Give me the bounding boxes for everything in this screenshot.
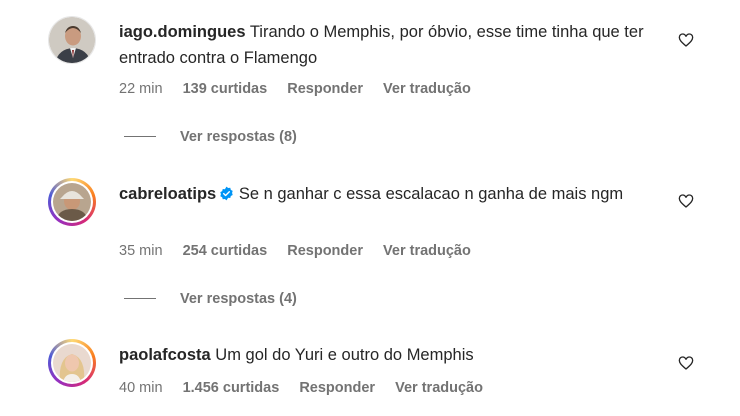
profile-photo-man-suit-icon [49, 17, 95, 63]
verified-badge-icon [220, 186, 233, 201]
comment-meta: 22 min 139 curtidas Responder Ver traduç… [119, 81, 487, 97]
comment-body: Se n ganhar c essa escalacao n ganha de … [238, 185, 624, 203]
like-count[interactable]: 139 curtidas [183, 81, 268, 97]
comment-time: 40 min [119, 380, 163, 396]
view-replies-label[interactable]: Ver respostas (4) [180, 291, 297, 307]
comment-meta: 35 min 254 curtidas Responder Ver traduç… [119, 243, 487, 259]
translate-button[interactable]: Ver tradução [383, 243, 471, 259]
divider-line [124, 136, 156, 137]
comment-time: 22 min [119, 81, 163, 97]
comment-username[interactable]: cabreloatips [119, 185, 216, 203]
heart-outline-icon[interactable] [678, 193, 694, 209]
heart-outline-icon[interactable] [678, 355, 694, 371]
translate-button[interactable]: Ver tradução [383, 81, 471, 97]
translate-button[interactable]: Ver tradução [395, 380, 483, 396]
view-replies-button[interactable]: Ver respostas (4) [124, 291, 297, 307]
avatar[interactable] [48, 16, 96, 64]
view-replies-label[interactable]: Ver respostas (8) [180, 129, 297, 145]
like-count[interactable]: 1.456 curtidas [183, 380, 280, 396]
reply-button[interactable]: Responder [299, 380, 375, 396]
comment-text: paolafcosta Um gol do Yuri e outro do Me… [119, 342, 659, 368]
comment-body: Um gol do Yuri e outro do Memphis [215, 346, 474, 364]
comment-username[interactable]: iago.domingues [119, 23, 246, 41]
reply-button[interactable]: Responder [287, 81, 363, 97]
comment-text: cabreloatips Se n ganhar c essa escalaca… [119, 181, 659, 207]
comment-time: 35 min [119, 243, 163, 259]
profile-photo-man-cap-icon [53, 183, 91, 221]
comment-meta: 40 min 1.456 curtidas Responder Ver trad… [119, 380, 499, 396]
profile-photo-woman-blonde-icon [53, 344, 91, 382]
reply-button[interactable]: Responder [287, 243, 363, 259]
like-count[interactable]: 254 curtidas [183, 243, 268, 259]
divider-line [124, 298, 156, 299]
heart-outline-icon[interactable] [678, 32, 694, 48]
comment-username[interactable]: paolafcosta [119, 346, 211, 364]
comment-text: iago.domingues Tirando o Memphis, por ób… [119, 19, 659, 71]
avatar[interactable] [48, 178, 96, 226]
avatar[interactable] [48, 339, 96, 387]
view-replies-button[interactable]: Ver respostas (8) [124, 129, 297, 145]
